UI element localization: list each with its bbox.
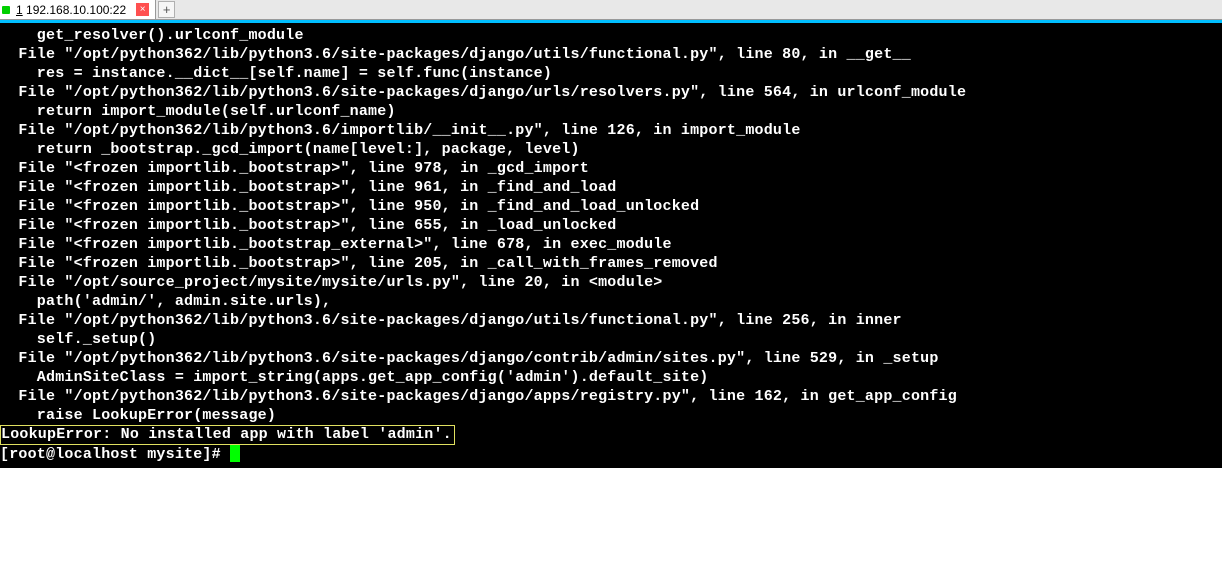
traceback-lines: get_resolver().urlconf_module File "/opt…: [0, 27, 966, 424]
tab-add-button[interactable]: +: [158, 1, 175, 18]
tab-bar: 1 192.168.10.100:22 × +: [0, 0, 1222, 20]
terminal-output[interactable]: get_resolver().urlconf_module File "/opt…: [0, 23, 1222, 468]
tab-title: 1 192.168.10.100:22: [16, 3, 126, 17]
tab-hotkey-underline: 1: [16, 3, 23, 17]
highlighted-error: LookupError: No installed app with label…: [0, 425, 455, 445]
tab-status-indicator: [2, 6, 10, 14]
tab-close-button[interactable]: ×: [136, 3, 149, 16]
tab-active[interactable]: 1 192.168.10.100:22 ×: [0, 0, 156, 19]
shell-prompt: [root@localhost mysite]#: [0, 446, 230, 463]
cursor-icon: [230, 445, 240, 462]
